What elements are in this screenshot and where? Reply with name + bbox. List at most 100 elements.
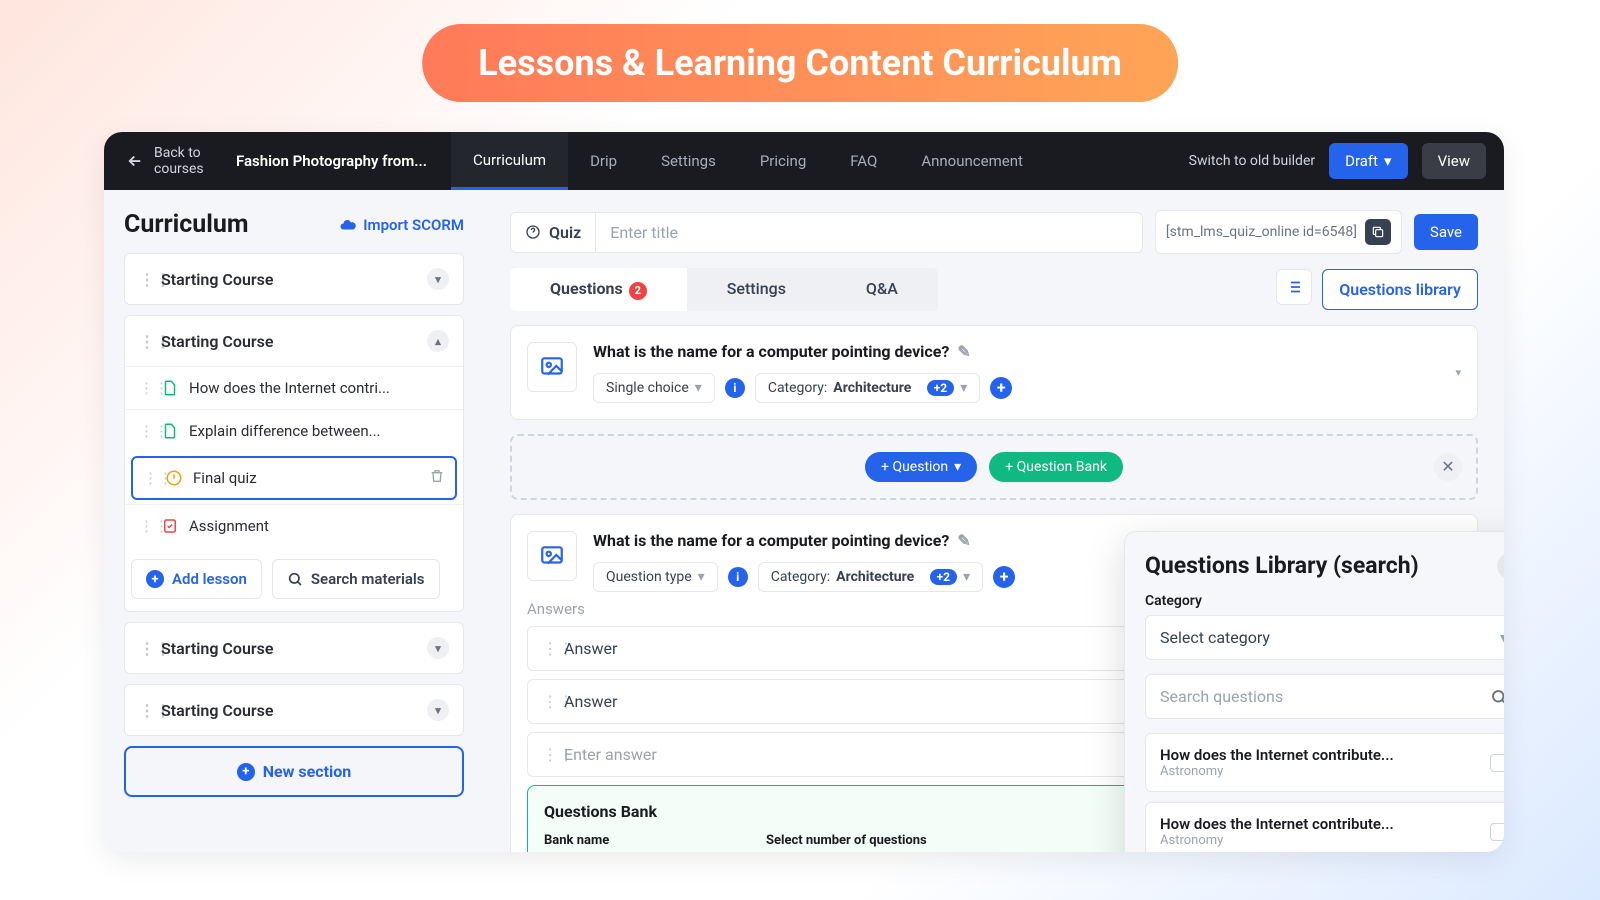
section-label: Starting Course (161, 332, 273, 351)
hero-banner: Lessons & Learning Content Curriculum (422, 24, 1178, 102)
edit-icon[interactable]: ✎ (957, 342, 970, 361)
tab-quiz-settings[interactable]: Settings (687, 268, 826, 311)
library-search-input[interactable]: Search questions (1145, 674, 1504, 719)
drag-handle-icon[interactable]: ⋮⋮ (139, 701, 151, 720)
search-materials-button[interactable]: Search materials (272, 559, 440, 599)
tab-qa[interactable]: Q&A (826, 268, 938, 311)
import-scorm-label: Import SCORM (363, 216, 464, 234)
tab-settings[interactable]: Settings (639, 132, 738, 190)
edit-icon[interactable]: ✎ (957, 531, 970, 550)
library-item[interactable]: How does the Internet contribute...Astro… (1145, 733, 1504, 792)
add-question-zone: + Question ▾ + Question Bank ✕ (510, 434, 1478, 500)
tab-announcement[interactable]: Announcement (899, 132, 1045, 190)
bank-name-label: Bank name (544, 833, 744, 848)
chevron-down-icon[interactable]: ▾ (427, 637, 449, 659)
info-icon[interactable]: i (728, 567, 748, 587)
chevron-down-icon: ▾ (963, 569, 970, 585)
close-icon[interactable]: ✕ (1497, 553, 1504, 579)
drag-handle-icon[interactable]: ⋮⋮ (139, 639, 151, 658)
section-1[interactable]: ⋮⋮ Starting Course ▾ (125, 254, 463, 304)
checkbox[interactable] (1490, 823, 1504, 841)
section-2[interactable]: ⋮⋮ Starting Course ▴ (125, 316, 463, 366)
tab-drip[interactable]: Drip (568, 132, 639, 190)
question-category-select[interactable]: Category:Architecture +2▾ (758, 562, 983, 592)
switch-builder-link[interactable]: Switch to old builder (1189, 153, 1315, 169)
assignment-icon (161, 517, 179, 535)
close-icon[interactable]: ✕ (1434, 453, 1462, 481)
main-tabs: Curriculum Drip Settings Pricing FAQ Ann… (451, 132, 1045, 190)
drag-handle-icon[interactable]: ⋮⋮ (143, 469, 155, 487)
drag-handle-icon[interactable]: ⋮⋮ (139, 332, 151, 351)
trash-icon[interactable] (429, 468, 445, 488)
course-title: Fashion Photography from... (236, 152, 451, 170)
info-icon[interactable]: i (725, 378, 745, 398)
section-label: Starting Course (161, 270, 273, 289)
import-scorm-button[interactable]: Import SCORM (339, 216, 464, 234)
content-area: Quiz Enter title [stm_lms_quiz_online id… (484, 190, 1504, 852)
tab-questions[interactable]: Questions2 (510, 268, 687, 311)
lesson-label: Explain difference between... (189, 422, 380, 440)
new-section-button[interactable]: +New section (124, 746, 464, 797)
extra-count-badge: +2 (927, 380, 954, 396)
chevron-up-icon[interactable]: ▴ (427, 330, 449, 352)
chevron-down-icon: ▾ (1384, 152, 1392, 170)
quiz-type-label: Quiz (510, 212, 596, 253)
lesson-item[interactable]: ⋮⋮ How does the Internet contri... (125, 366, 463, 409)
collapse-toggle[interactable]: ▾ (1455, 366, 1461, 379)
arrow-left-icon (126, 152, 144, 170)
library-item-subtitle: Astronomy (1160, 833, 1394, 848)
lesson-label: How does the Internet contri... (189, 379, 390, 397)
document-icon (161, 379, 179, 397)
drag-handle-icon[interactable]: ⋮⋮ (139, 270, 151, 289)
question-category-select[interactable]: Category:Architecture +2▾ (755, 373, 980, 403)
drag-handle-icon[interactable]: ⋮⋮ (139, 379, 151, 397)
lesson-item[interactable]: ⋮⋮ Explain difference between... (125, 409, 463, 452)
lesson-item[interactable]: ⋮⋮Assignment (125, 504, 463, 547)
help-icon (525, 224, 541, 240)
tab-faq[interactable]: FAQ (828, 132, 899, 190)
tab-pricing[interactable]: Pricing (738, 132, 828, 190)
sidebar-title: Curriculum (124, 210, 249, 239)
question-title: What is the name for a computer pointing… (593, 342, 949, 361)
drag-handle-icon[interactable]: ⋮⋮ (542, 745, 554, 764)
add-question-bank-button[interactable]: + Question Bank (989, 452, 1123, 482)
view-button[interactable]: View (1422, 143, 1486, 179)
draft-button[interactable]: Draft▾ (1329, 143, 1407, 179)
chevron-down-icon[interactable]: ▾ (427, 268, 449, 290)
drag-handle-icon[interactable]: ⋮⋮ (139, 517, 151, 535)
search-icon (1490, 688, 1504, 706)
add-lesson-button[interactable]: +Add lesson (131, 559, 262, 599)
tab-curriculum[interactable]: Curriculum (451, 132, 568, 190)
lesson-item-selected[interactable]: ⋮⋮Final quiz (131, 456, 457, 500)
section-4[interactable]: ⋮⋮Starting Course▾ (125, 685, 463, 735)
drag-handle-icon[interactable]: ⋮⋮ (542, 639, 554, 658)
question-image-placeholder[interactable] (527, 342, 577, 392)
reorder-button[interactable] (1276, 269, 1312, 305)
drag-handle-icon[interactable]: ⋮⋮ (542, 692, 554, 711)
question-image-placeholder[interactable] (527, 531, 577, 581)
question-type-select[interactable]: Single choice▾ (593, 373, 715, 403)
shortcode-display: [stm_lms_quiz_online id=6548] (1155, 210, 1402, 254)
checkbox[interactable] (1490, 754, 1504, 772)
add-category-button[interactable]: + (993, 566, 1015, 588)
document-icon (161, 422, 179, 440)
chevron-down-icon[interactable]: ▾ (427, 699, 449, 721)
library-item-title: How does the Internet contribute... (1160, 815, 1394, 833)
back-to-courses[interactable]: Back to courses (104, 145, 236, 177)
quiz-title-input[interactable]: Enter title (596, 212, 1143, 253)
app-window: Back to courses Fashion Photography from… (104, 132, 1504, 852)
drag-handle-icon[interactable]: ⋮⋮ (139, 422, 151, 440)
image-icon (539, 543, 565, 569)
library-item-title: How does the Internet contribute... (1160, 746, 1394, 764)
chevron-down-icon: ▾ (954, 459, 961, 475)
add-category-button[interactable]: + (990, 377, 1012, 399)
section-3[interactable]: ⋮⋮Starting Course▾ (125, 623, 463, 673)
library-item[interactable]: How does the Internet contribute...Astro… (1145, 802, 1504, 852)
library-item-subtitle: Astronomy (1160, 764, 1394, 779)
save-button[interactable]: Save (1414, 214, 1478, 250)
library-category-select[interactable]: Select category▾ (1145, 615, 1504, 660)
add-question-button[interactable]: + Question ▾ (865, 452, 977, 482)
question-type-select[interactable]: Question type▾ (593, 562, 718, 592)
copy-icon[interactable] (1365, 219, 1391, 245)
questions-library-button[interactable]: Questions library (1322, 269, 1478, 310)
